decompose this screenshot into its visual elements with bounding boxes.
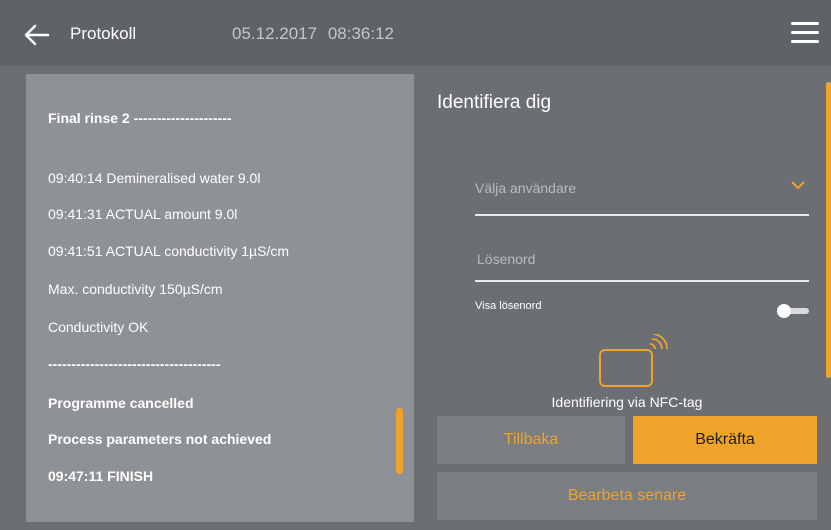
datetime-display: 05.12.2017 08:36:12: [232, 24, 394, 44]
chevron-down-icon: [791, 181, 805, 190]
log-line: 09:41:51 ACTUAL conductivity 1µS/cm: [48, 243, 289, 259]
back-arrow-icon: [24, 24, 50, 46]
identify-form: Identifiera dig Välja användare Visa lös…: [437, 74, 817, 530]
toggle-knob: [777, 304, 791, 318]
log-scrollbar[interactable]: [396, 408, 403, 474]
user-select-placeholder: Välja användare: [475, 180, 577, 196]
menu-button[interactable]: [791, 22, 819, 46]
nfc-label: Identifiering via NFC-tag: [551, 394, 703, 410]
date-text: 05.12.2017: [232, 24, 318, 43]
back-button-secondary[interactable]: Tillbaka: [437, 416, 625, 464]
log-line: Process parameters not achieved: [48, 431, 272, 447]
top-bar: Protokoll 05.12.2017 08:36:12: [0, 0, 831, 66]
time-text: 08:36:12: [327, 24, 395, 43]
password-input[interactable]: [475, 246, 779, 272]
protocol-log-panel[interactable]: Final rinse 2 --------------------- 09:4…: [26, 74, 414, 522]
back-button[interactable]: [22, 20, 52, 50]
edit-later-button[interactable]: Bearbeta senare: [437, 472, 817, 520]
password-field[interactable]: [475, 240, 809, 282]
page-scrollbar[interactable]: [826, 82, 831, 378]
show-password-label: Visa lösenord: [475, 300, 542, 312]
log-line: Programme cancelled: [48, 395, 194, 411]
log-line: 09:41:31 ACTUAL amount 9.0l: [48, 206, 238, 222]
hamburger-menu-icon: [791, 22, 819, 25]
log-line: 09:40:14 Demineralised water 9.0l: [48, 170, 261, 186]
log-line: Conductivity OK: [48, 319, 149, 335]
log-line: Max. conductivity 150µS/cm: [48, 281, 223, 297]
confirm-button[interactable]: Bekräfta: [633, 416, 817, 464]
log-line: -------------------------------------: [48, 356, 221, 372]
form-title: Identifiera dig: [437, 92, 552, 113]
log-line: Final rinse 2 ---------------------: [48, 110, 232, 126]
page-title: Protokoll: [70, 24, 137, 43]
nfc-card-icon: [599, 334, 668, 387]
user-select[interactable]: Välja användare: [475, 172, 809, 216]
log-line: 09:47:11 FINISH: [48, 468, 154, 484]
show-password-toggle[interactable]: [777, 304, 809, 318]
